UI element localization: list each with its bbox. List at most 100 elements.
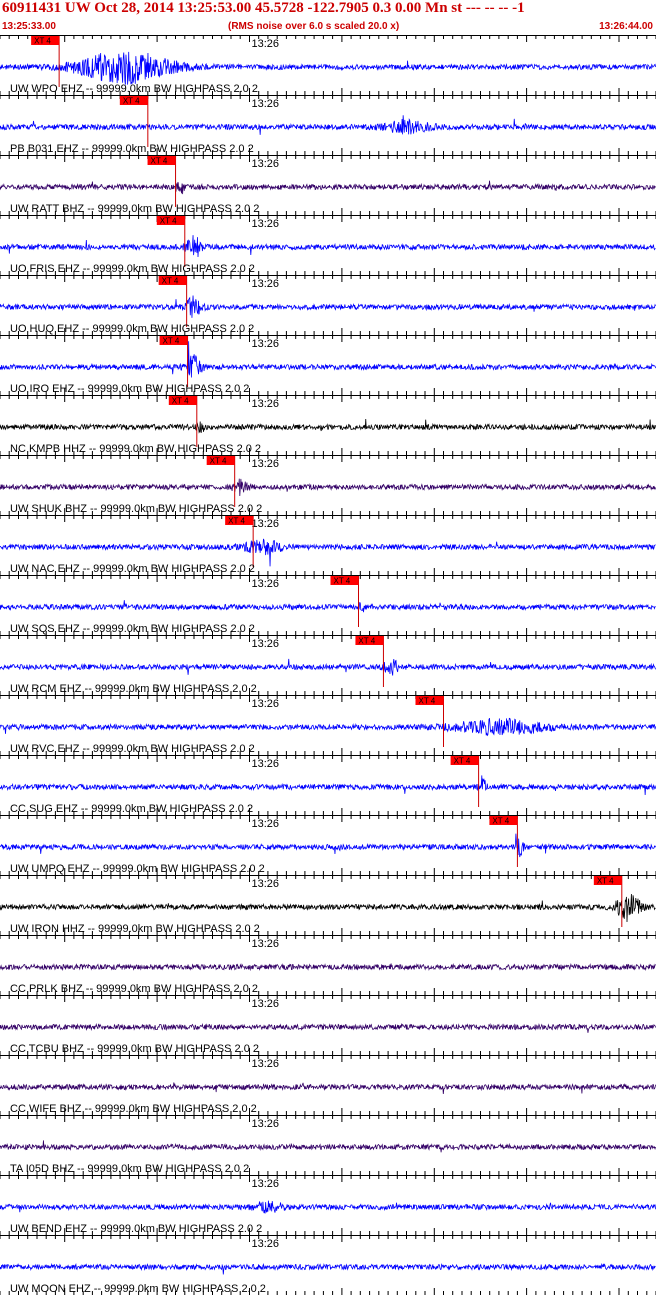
pick-label: XT 4 — [333, 577, 350, 586]
minute-label: 13:26 — [251, 38, 279, 50]
station-label: CC WIFE BHZ -- 99999.0km BW HIGHPASS 2.0… — [10, 1103, 257, 1115]
waveform — [0, 295, 656, 318]
pick-label: XT 4 — [151, 157, 168, 166]
trace-2: 13:26 XT 4 PB B031 EHZ -- 99999.0km BW HIG… — [0, 95, 656, 155]
trace-19: 13:26 TA I05D BHZ -- 99999.0km BW HIGHPAS… — [0, 1115, 656, 1175]
station-label: TA I05D BHZ -- 99999.0km BW HIGHPASS 2.0… — [10, 1163, 249, 1175]
trace-11: 13:26 XT 4 UW RCM EHZ -- 99999.0km BW HIGH… — [0, 635, 656, 695]
seismogram-plot: 13:26 XT 4 UW WPO EHZ -- 99999.0km BW HIGH… — [0, 35, 656, 1295]
minute-label: 13:26 — [251, 1238, 279, 1250]
pick-label: XT 4 — [34, 37, 51, 46]
waveform — [0, 833, 656, 858]
start-time: 13:25:33.00 — [2, 21, 56, 32]
waveform — [0, 775, 656, 795]
waveform — [0, 717, 656, 737]
waveform — [0, 478, 656, 497]
minute-label: 13:26 — [251, 818, 279, 830]
pick-label: XT 4 — [418, 697, 435, 706]
trace-3: 13:26 XT 4 UW RATT BHZ -- 99999.0km BW HIG… — [0, 155, 656, 215]
minute-label: 13:26 — [251, 938, 279, 950]
minute-label: 13:26 — [251, 518, 279, 530]
station-label: UW MOON EHZ -- 99999.0km BW HIGHPASS 2.0… — [10, 1283, 266, 1295]
station-label: UW IRON HHZ -- 99999.0km BW HIGHPASS 2.0… — [10, 923, 260, 935]
station-label: CC TCBU BHZ -- 99999.0km BW HIGHPASS 2.0… — [10, 1043, 259, 1055]
waveform — [0, 341, 656, 378]
trace-21: 13:26 UW MOON EHZ -- 99999.0km BW HIGHPAS… — [0, 1235, 656, 1295]
trace-6: 13:26 XT 4 UO IRO EHZ -- 99999.0km BW HIGH… — [0, 335, 656, 395]
minute-label: 13:26 — [251, 1118, 279, 1130]
waveform — [0, 180, 656, 195]
waveform — [0, 600, 656, 613]
waveform — [0, 1140, 656, 1153]
minute-label: 13:26 — [251, 698, 279, 710]
minute-label: 13:26 — [251, 638, 279, 650]
trace-4: 13:26 XT 4 UO FRIS EHZ -- 99999.0km BW HIG… — [0, 215, 656, 275]
pick-label: XT 4 — [597, 877, 614, 886]
station-label: UW UMPQ EHZ -- 99999.0km BW HIGHPASS 2.0… — [10, 863, 265, 875]
station-label: UO FRIS EHZ -- 99999.0km BW HIGHPASS 2.0… — [10, 263, 255, 275]
rms-note: (RMS noise over 6.0 s scaled 20.0 x) — [228, 21, 400, 32]
waveform — [0, 115, 656, 135]
waveform — [0, 894, 656, 922]
trace-1: 13:26 XT 4 UW WPO EHZ -- 99999.0km BW HIGH… — [0, 35, 656, 95]
trace-20: 13:26 UW BEND EHZ -- 99999.0km BW HIGHPAS… — [0, 1175, 656, 1235]
waveform — [0, 1262, 656, 1275]
minute-label: 13:26 — [251, 1058, 279, 1070]
pick-label: XT 4 — [172, 397, 189, 406]
pick-label: XT 4 — [123, 97, 140, 106]
waveform — [0, 235, 656, 258]
trace-10: 13:26 XT 4 UW SQS EHZ -- 99999.0km BW HIGH… — [0, 575, 656, 635]
waveform — [0, 1200, 656, 1214]
pick-label: XT 4 — [162, 277, 179, 286]
station-label: CC PRLK BHZ -- 99999.0km BW HIGHPASS 2.0… — [10, 983, 258, 995]
minute-label: 13:26 — [251, 758, 279, 770]
header-title: 60911431 UW Oct 28, 2014 13:25:53.00 45.… — [2, 0, 525, 16]
waveform — [0, 1022, 656, 1033]
station-label: UW RCM EHZ -- 99999.0km BW HIGHPASS 2.0 … — [10, 683, 257, 695]
trace-12: 13:26 XT 4 UW RVC EHZ -- 99999.0km BW HIGH… — [0, 695, 656, 755]
trace-14: 13:26 XT 4 UW UMPQ EHZ -- 99999.0km BW HIG… — [0, 815, 656, 875]
trace-18: 13:26 CC WIFE BHZ -- 99999.0km BW HIGHPAS… — [0, 1055, 656, 1115]
minute-label: 13:26 — [251, 878, 279, 890]
pick-label: XT 4 — [160, 217, 177, 226]
station-label: UO HUQ EHZ -- 99999.0km BW HIGHPASS 2.0 … — [10, 323, 254, 335]
pick-label: XT 4 — [358, 637, 375, 646]
station-label: UW RVC EHZ -- 99999.0km BW HIGHPASS 2.0 … — [10, 743, 255, 755]
minute-label: 13:26 — [251, 278, 279, 290]
station-label: CC SUG EHZ -- 99999.0km BW HIGHPASS 2.0 … — [10, 803, 253, 815]
pick-label: XT 4 — [163, 337, 180, 346]
minute-label: 13:26 — [251, 998, 279, 1010]
trace-15: 13:26 XT 4 UW IRON HHZ -- 99999.0km BW HIG… — [0, 875, 656, 935]
minute-label: 13:26 — [251, 578, 279, 590]
minute-label: 13:26 — [251, 1178, 279, 1190]
minute-label: 13:26 — [251, 398, 279, 410]
station-label: UW SHUK BHZ -- 99999.0km BW HIGHPASS 2.0… — [10, 503, 262, 515]
station-label: UW BEND EHZ -- 99999.0km BW HIGHPASS 2.0… — [10, 1223, 262, 1235]
station-label: UW SQS EHZ -- 99999.0km BW HIGHPASS 2.0 … — [10, 623, 255, 635]
minute-label: 13:26 — [251, 218, 279, 230]
minute-label: 13:26 — [251, 458, 279, 470]
trace-5: 13:26 XT 4 UO HUQ EHZ -- 99999.0km BW HIGH… — [0, 275, 656, 335]
waveform — [0, 419, 656, 434]
minute-label: 13:26 — [251, 338, 279, 350]
station-label: UW RATT BHZ -- 99999.0km BW HIGHPASS 2.0… — [10, 203, 259, 215]
minute-label: 13:26 — [251, 158, 279, 170]
trace-8: 13:26 XT 4 UW SHUK BHZ -- 99999.0km BW HIG… — [0, 455, 656, 515]
minute-label: 13:26 — [251, 98, 279, 110]
pick-label: XT 4 — [454, 757, 471, 766]
station-label: PB B031 EHZ -- 99999.0km BW HIGHPASS 2.0… — [10, 143, 254, 155]
pick-label: XT 4 — [210, 457, 227, 466]
trace-9: 13:26 XT 4 UW NAC EHZ -- 99999.0km BW HIGH… — [0, 515, 656, 575]
station-label: NC KMPB HHZ -- 99999.0km BW HIGHPASS 2.0… — [10, 443, 261, 455]
station-label: UW WPO EHZ -- 99999.0km BW HIGHPASS 2.0 … — [10, 83, 258, 95]
waveform — [0, 963, 656, 972]
trace-16: 13:26 CC PRLK BHZ -- 99999.0km BW HIGHPAS… — [0, 935, 656, 995]
trace-7: 13:26 XT 4 NC KMPB HHZ -- 99999.0km BW HIG… — [0, 395, 656, 455]
pick-label: XT 4 — [228, 517, 245, 526]
station-label: UW NAC EHZ -- 99999.0km BW HIGHPASS 2.0 … — [10, 563, 255, 575]
pick-label: XT 4 — [492, 817, 509, 826]
waveform — [0, 1082, 656, 1095]
station-label: UO IRO EHZ -- 99999.0km BW HIGHPASS 2.0 … — [10, 383, 249, 395]
waveform — [0, 51, 656, 85]
trace-17: 13:26 CC TCBU BHZ -- 99999.0km BW HIGHPAS… — [0, 995, 656, 1055]
